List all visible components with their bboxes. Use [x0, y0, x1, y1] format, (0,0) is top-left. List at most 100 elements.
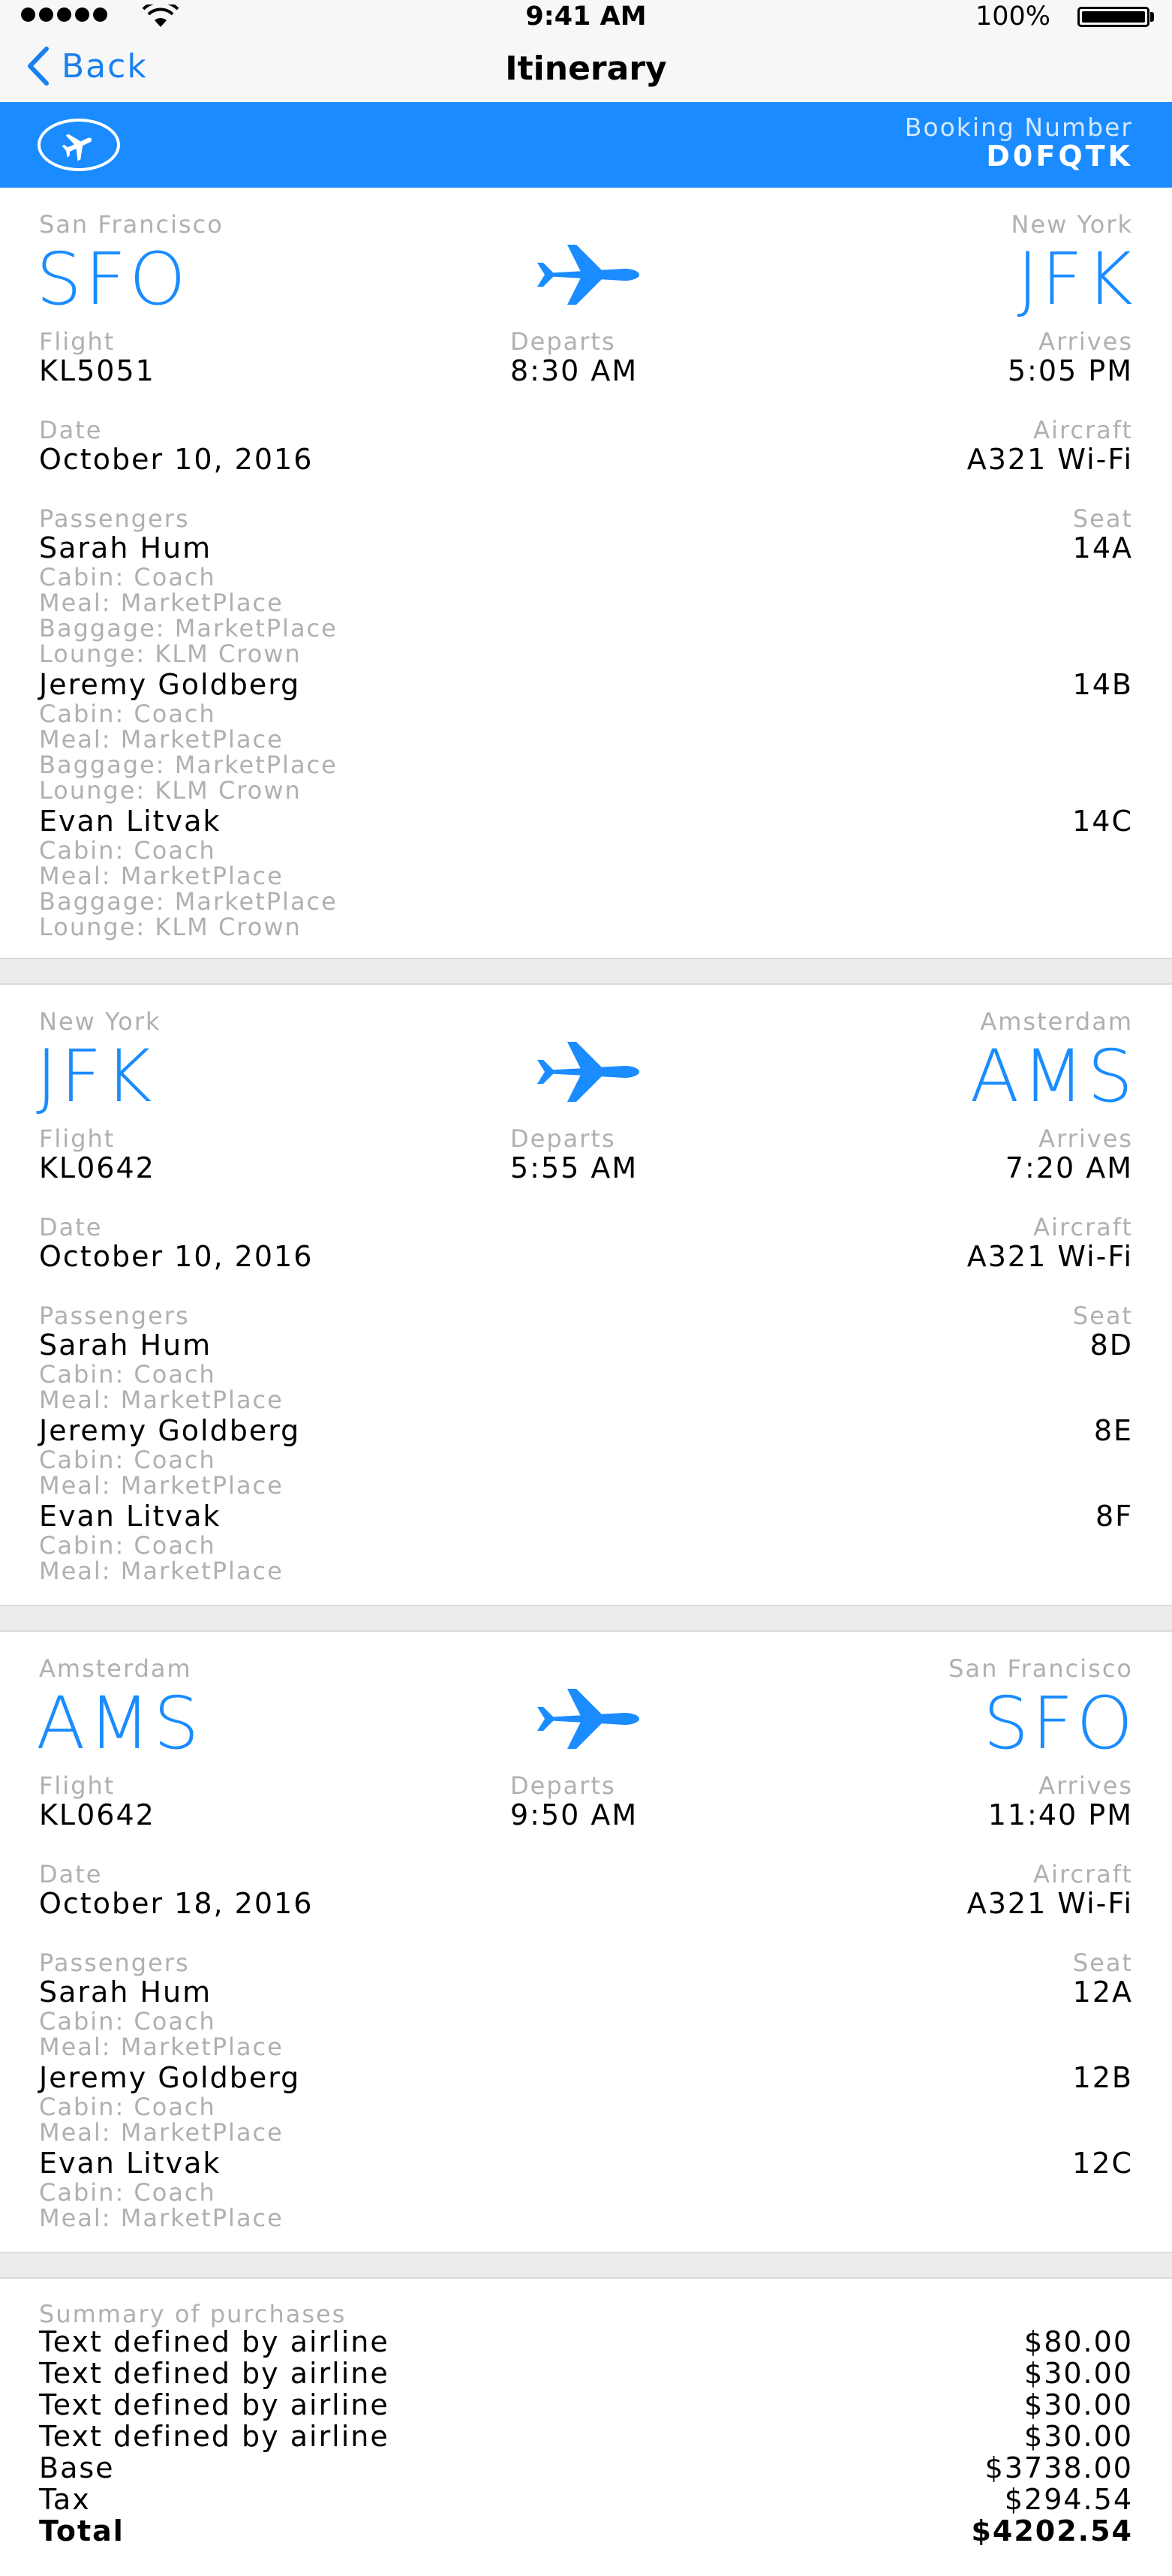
- booking-number-label: Booking Number: [904, 113, 1133, 142]
- summary-row: Text defined by airline $30.00: [39, 2388, 1133, 2421]
- flight-badge: [38, 119, 120, 171]
- date-label: Date: [39, 1213, 103, 1241]
- battery-percent: 100%: [975, 2, 1051, 32]
- passenger-cabin: Cabin: Coach: [39, 1446, 216, 1474]
- aircraft-type: A321 Wi-Fi: [966, 1887, 1133, 1920]
- summary-row: Text defined by airline $80.00: [39, 2325, 1133, 2358]
- battery-tip: [1150, 12, 1154, 22]
- destination-code: JFK: [1017, 237, 1136, 321]
- flight-label: Flight: [39, 327, 116, 356]
- origin-code: SFO: [36, 237, 189, 321]
- departure-time: 5:55 AM: [510, 1151, 639, 1184]
- origin-code: AMS: [36, 1681, 203, 1765]
- arrival-time: 7:20 AM: [1005, 1151, 1133, 1184]
- passenger-name: Evan Litvak: [39, 805, 221, 838]
- summary-row-total: Total $4202.54: [39, 2514, 1133, 2547]
- passenger-name: Jeremy Goldberg: [39, 668, 301, 701]
- summary-row-amount: $30.00: [1024, 2357, 1133, 2390]
- flight-number: KL0642: [39, 1151, 155, 1184]
- passenger-meal: Meal: MarketPlace: [39, 2118, 284, 2147]
- flight-date: October 18, 2016: [39, 1887, 314, 1920]
- passenger-seat: 12B: [1072, 2061, 1133, 2094]
- flight-number: KL5051: [39, 354, 155, 387]
- destination-code: AMS: [969, 1034, 1136, 1118]
- summary-row-base: Base $3738.00: [39, 2451, 1133, 2484]
- date-label: Date: [39, 1860, 103, 1888]
- arrives-label: Arrives: [1038, 1771, 1133, 1800]
- passenger-name: Sarah Hum: [39, 531, 212, 564]
- destination-city: San Francisco: [948, 1654, 1133, 1683]
- summary-row: Text defined by airline $30.00: [39, 2420, 1133, 2453]
- seat-label: Seat: [1072, 1302, 1133, 1330]
- summary-row: Text defined by airline $30.00: [39, 2357, 1133, 2390]
- passenger-cabin: Cabin: Coach: [39, 836, 216, 865]
- passenger-cabin: Cabin: Coach: [39, 2093, 216, 2121]
- passenger-cabin: Cabin: Coach: [39, 1360, 216, 1389]
- departure-time: 8:30 AM: [510, 354, 639, 387]
- passenger-meal: Meal: MarketPlace: [39, 588, 284, 617]
- passengers-label: Passengers: [39, 1302, 190, 1330]
- passenger-baggage: Baggage: MarketPlace: [39, 887, 338, 916]
- destination-code: SFO: [983, 1681, 1136, 1765]
- passenger-meal: Meal: MarketPlace: [39, 2204, 284, 2232]
- passenger-seat: 8E: [1093, 1414, 1133, 1447]
- passenger-name: Evan Litvak: [39, 1500, 221, 1533]
- summary-row-label: Text defined by airline: [39, 2357, 389, 2390]
- passenger-meal: Meal: MarketPlace: [39, 725, 284, 754]
- arrival-time: 11:40 PM: [987, 1798, 1133, 1831]
- summary-row-label: Text defined by airline: [39, 2420, 389, 2453]
- passenger-seat: 14B: [1072, 668, 1133, 701]
- summary-title: Summary of purchases: [39, 2300, 347, 2328]
- origin-city: New York: [39, 1007, 161, 1036]
- summary-row-amount: $30.00: [1024, 2420, 1133, 2453]
- departs-label: Departs: [510, 1124, 616, 1153]
- section-divider: [0, 1605, 1172, 1632]
- summary-row-amount: $30.00: [1024, 2388, 1133, 2421]
- aircraft-label: Aircraft: [1033, 416, 1133, 444]
- flight-segment-1: San Francisco New York SFO JFK Flight De…: [0, 188, 1172, 958]
- aircraft-label: Aircraft: [1033, 1213, 1133, 1241]
- passenger-baggage: Baggage: MarketPlace: [39, 751, 338, 779]
- arrival-time: 5:05 PM: [1007, 354, 1133, 387]
- passenger-cabin: Cabin: Coach: [39, 563, 216, 591]
- flight-number: KL0642: [39, 1798, 155, 1831]
- arrives-label: Arrives: [1038, 327, 1133, 356]
- flight-segment-2: New York Amsterdam JFK AMS Flight Depart…: [0, 985, 1172, 1605]
- passenger-lounge: Lounge: KLM Crown: [39, 913, 302, 941]
- passenger-meal: Meal: MarketPlace: [39, 1557, 284, 1585]
- booking-header: Booking Number D0FQTK: [0, 102, 1172, 188]
- booking-number: D0FQTK: [986, 140, 1133, 173]
- destination-city: New York: [1011, 210, 1133, 239]
- summary-row-label: Base: [39, 2451, 115, 2484]
- airplane-icon: [537, 1042, 639, 1102]
- origin-code: JFK: [36, 1034, 155, 1118]
- passenger-cabin: Cabin: Coach: [39, 2178, 216, 2207]
- departs-label: Departs: [510, 1771, 616, 1800]
- page-title: Itinerary: [505, 50, 667, 88]
- airplane-icon: [537, 1689, 639, 1749]
- passenger-name: Evan Litvak: [39, 2147, 221, 2180]
- summary-row-label: Text defined by airline: [39, 2325, 389, 2358]
- summary-row-label: Text defined by airline: [39, 2388, 389, 2421]
- passenger-cabin: Cabin: Coach: [39, 700, 216, 728]
- battery-icon: [1077, 7, 1149, 27]
- passenger-name: Sarah Hum: [39, 1976, 212, 2009]
- flight-label: Flight: [39, 1124, 116, 1153]
- summary-row-tax: Tax $294.54: [39, 2483, 1133, 2516]
- aircraft-type: A321 Wi-Fi: [966, 1240, 1133, 1273]
- summary-total-amount: $4202.54: [971, 2514, 1133, 2547]
- summary-total-label: Total: [39, 2514, 125, 2547]
- passengers-label: Passengers: [39, 504, 190, 533]
- origin-city: Amsterdam: [39, 1654, 192, 1683]
- flight-date: October 10, 2016: [39, 1240, 314, 1273]
- aircraft-type: A321 Wi-Fi: [966, 443, 1133, 476]
- airplane-icon: [537, 245, 639, 305]
- status-bar: 9:41 AM 100%: [0, 0, 1172, 33]
- passenger-cabin: Cabin: Coach: [39, 1531, 216, 1560]
- purchase-summary: Summary of purchases Text defined by air…: [0, 2279, 1172, 2576]
- flight-segment-3: Amsterdam San Francisco AMS SFO Flight D…: [0, 1632, 1172, 2252]
- passenger-seat: 12C: [1072, 2147, 1133, 2180]
- passenger-cabin: Cabin: Coach: [39, 2007, 216, 2036]
- summary-row-amount: $3738.00: [984, 2451, 1133, 2484]
- section-divider: [0, 2252, 1172, 2279]
